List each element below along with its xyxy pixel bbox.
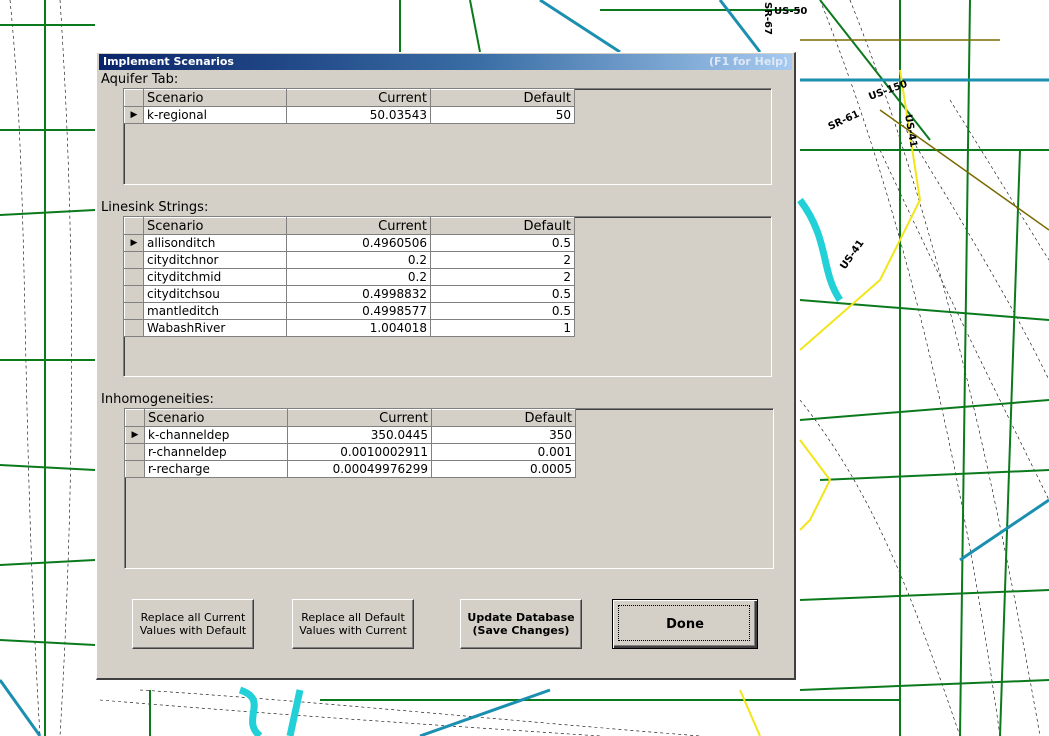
cell-default[interactable]: 50 [430,106,575,124]
cell-default[interactable]: 0.0005 [431,460,576,478]
aquifer-grid[interactable]: Scenario Current Default ▶ k-regional 50… [123,88,772,185]
done-button[interactable]: Done [612,599,758,649]
current-row-arrow-icon[interactable]: ▶ [125,426,145,444]
row-selector-header [124,217,144,235]
cell-default[interactable]: 350 [431,426,576,444]
cell-default[interactable]: 1 [430,319,575,337]
inhomogeneities-table: Scenario Current Default ▶ k-channeldep … [125,409,576,478]
row-selector[interactable] [124,285,144,303]
row-selector[interactable] [124,251,144,269]
implement-scenarios-dialog: Implement Scenarios (F1 for Help) Aquife… [96,52,796,680]
table-row[interactable]: ▶ allisonditch 0.4960506 0.5 [124,234,575,252]
table-row[interactable]: r-recharge 0.00049976299 0.0005 [125,460,576,478]
column-header-scenario[interactable]: Scenario [143,217,287,235]
cell-scenario[interactable]: WabashRiver [143,319,287,337]
row-selector[interactable] [124,302,144,320]
cell-scenario[interactable]: k-regional [143,106,287,124]
cell-current[interactable]: 0.0010002911 [287,443,432,461]
column-header-current[interactable]: Current [286,89,431,107]
cell-current[interactable]: 0.4960506 [286,234,431,252]
inhomogeneities-grid[interactable]: Scenario Current Default ▶ k-channeldep … [124,408,774,569]
update-database-button[interactable]: Update Database (Save Changes) [460,599,582,649]
linesink-strings-label: Linesink Strings: [101,200,209,215]
button-label-line: Replace all Current [140,611,246,624]
cell-scenario[interactable]: cityditchmid [143,268,287,286]
current-row-arrow-icon[interactable]: ▶ [124,234,144,252]
replace-current-with-default-button[interactable]: Replace all Current Values with Default [132,599,254,649]
aquifer-tab-label: Aquifer Tab: [101,72,179,87]
cell-current[interactable]: 350.0445 [287,426,432,444]
column-header-current[interactable]: Current [287,409,432,427]
cell-current[interactable]: 1.004018 [286,319,431,337]
table-row[interactable]: mantleditch 0.4998577 0.5 [124,302,575,320]
map-label-sr67: SR-67 [762,2,773,35]
column-header-default[interactable]: Default [430,89,575,107]
header-row: Scenario Current Default [124,89,575,107]
focus-rectangle [618,605,750,641]
button-label-line: Update Database [467,611,575,624]
row-selector[interactable] [125,443,145,461]
column-header-scenario[interactable]: Scenario [143,89,287,107]
button-label-line: Values with Current [299,624,407,637]
dialog-titlebar[interactable]: Implement Scenarios (F1 for Help) [99,54,792,70]
cell-current[interactable]: 0.4998832 [286,285,431,303]
map-label-us41-south: US-41 [838,238,866,272]
table-row[interactable]: cityditchmid 0.2 2 [124,268,575,286]
cell-current[interactable]: 50.03543 [286,106,431,124]
cell-scenario[interactable]: allisonditch [143,234,287,252]
map-label-us150: US-150 [867,79,909,103]
cell-default[interactable]: 2 [430,251,575,269]
replace-default-button-label: Replace all Default Values with Current [299,611,407,637]
linesink-grid[interactable]: Scenario Current Default ▶ allisonditch … [123,216,772,377]
cell-default[interactable]: 2 [430,268,575,286]
map-label-us41-north: US-41 [902,114,919,149]
row-selector[interactable] [124,319,144,337]
table-row[interactable]: ▶ k-channeldep 350.0445 350 [125,426,576,444]
cell-scenario[interactable]: cityditchnor [143,251,287,269]
header-row: Scenario Current Default [125,409,576,427]
table-row[interactable]: WabashRiver 1.004018 1 [124,319,575,337]
button-label-line: (Save Changes) [472,624,570,637]
replace-default-with-current-button[interactable]: Replace all Default Values with Current [292,599,414,649]
row-selector-header [125,409,145,427]
column-header-current[interactable]: Current [286,217,431,235]
column-header-scenario[interactable]: Scenario [144,409,288,427]
update-database-button-label: Update Database (Save Changes) [467,611,574,637]
table-row[interactable]: cityditchsou 0.4998832 0.5 [124,285,575,303]
cell-scenario[interactable]: cityditchsou [143,285,287,303]
table-row[interactable]: ▶ k-regional 50.03543 50 [124,106,575,124]
aquifer-table: Scenario Current Default ▶ k-regional 50… [124,89,575,124]
linesink-table: Scenario Current Default ▶ allisonditch … [124,217,575,337]
cell-current[interactable]: 0.4998577 [286,302,431,320]
inhomogeneities-label: Inhomogeneities: [101,392,214,407]
cell-current[interactable]: 0.2 [286,251,431,269]
cell-default[interactable]: 0.001 [431,443,576,461]
column-header-default[interactable]: Default [430,217,575,235]
help-hint: (F1 for Help) [709,55,788,68]
table-row[interactable]: cityditchnor 0.2 2 [124,251,575,269]
cell-scenario[interactable]: k-channeldep [144,426,288,444]
row-selector[interactable] [125,460,145,478]
row-selector[interactable] [124,268,144,286]
cell-current[interactable]: 0.00049976299 [287,460,432,478]
cell-default[interactable]: 0.5 [430,285,575,303]
map-label-sr61: SR-61 [827,109,862,133]
map-label-us50: US-50 [774,6,807,17]
cell-scenario[interactable]: r-channeldep [144,443,288,461]
replace-current-button-label: Replace all Current Values with Default [140,611,246,637]
cell-scenario[interactable]: r-recharge [144,460,288,478]
button-label-line: Values with Default [139,624,247,637]
header-row: Scenario Current Default [124,217,575,235]
current-row-arrow-icon[interactable]: ▶ [124,106,144,124]
cell-default[interactable]: 0.5 [430,302,575,320]
column-header-default[interactable]: Default [431,409,576,427]
cell-current[interactable]: 0.2 [286,268,431,286]
row-selector-header [124,89,144,107]
table-row[interactable]: r-channeldep 0.0010002911 0.001 [125,443,576,461]
cell-default[interactable]: 0.5 [430,234,575,252]
button-label-line: Replace all Default [301,611,405,624]
cell-scenario[interactable]: mantleditch [143,302,287,320]
dialog-title: Implement Scenarios [103,55,234,68]
